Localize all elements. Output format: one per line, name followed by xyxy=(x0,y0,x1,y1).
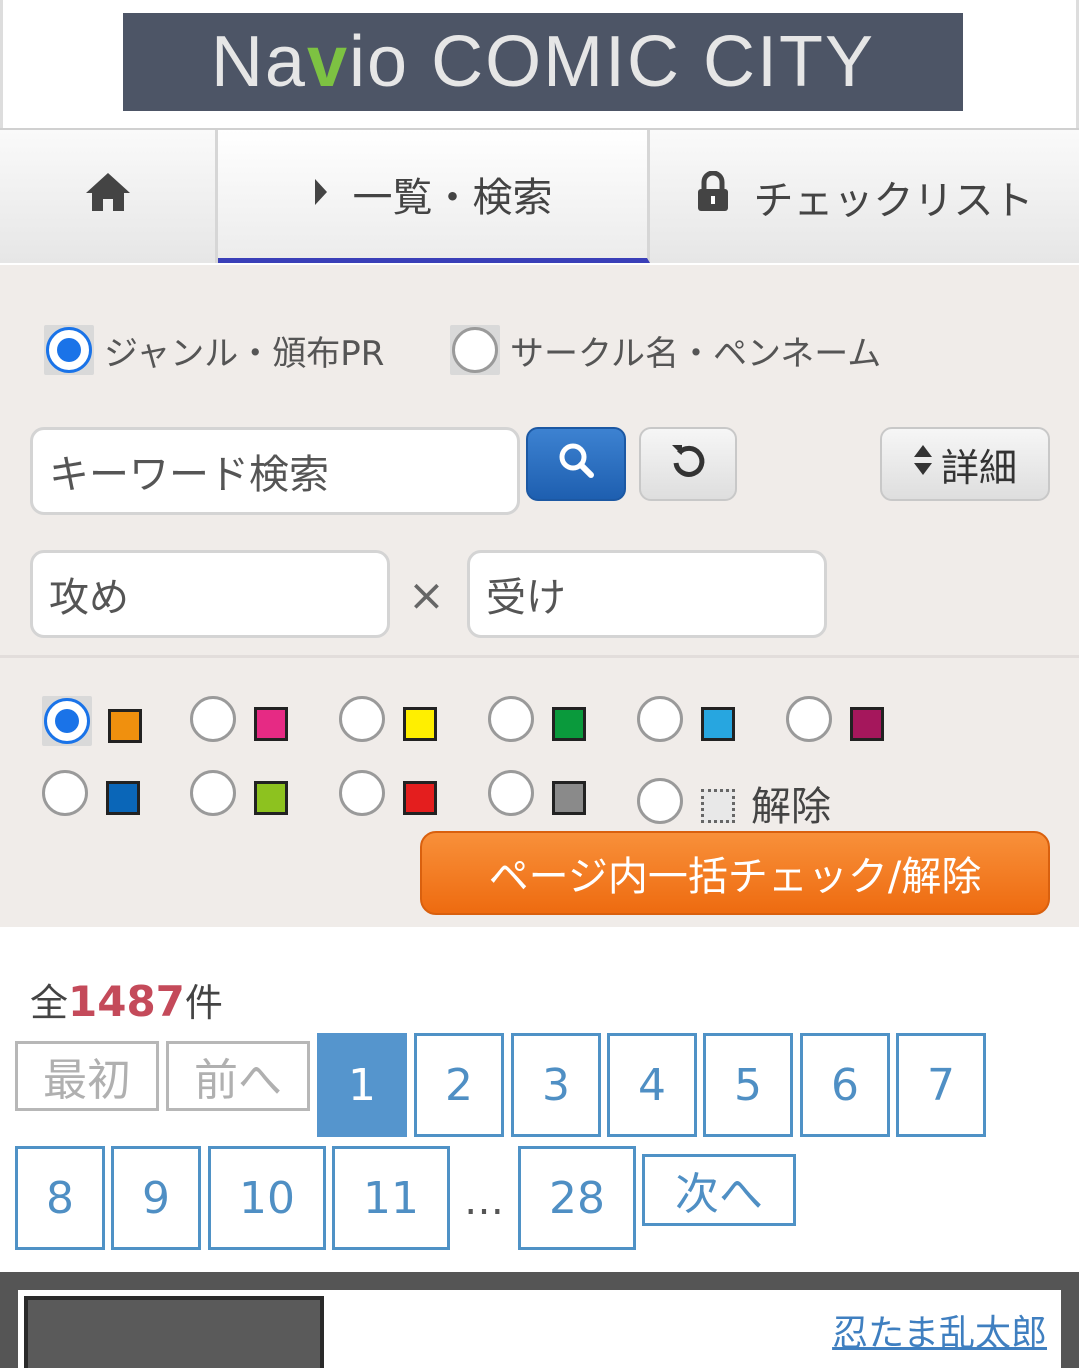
page-first: 最初 xyxy=(15,1041,159,1111)
page-ellipsis: … xyxy=(464,1178,504,1224)
home-icon xyxy=(84,171,132,223)
color-radio[interactable] xyxy=(488,696,534,742)
page-prev: 前へ xyxy=(166,1041,310,1111)
circle-card: 忍たま乱太郎 xyxy=(18,1290,1061,1368)
page-1[interactable]: 1 xyxy=(317,1033,407,1137)
color-option-pink[interactable] xyxy=(190,696,288,742)
color-option-gray[interactable] xyxy=(488,770,586,816)
bulk-check-button[interactable]: ページ内一括チェック/解除 xyxy=(420,831,1050,915)
header: Navio COMIC CITY xyxy=(0,0,1079,128)
clear-label: 解除 xyxy=(751,784,831,830)
clear-swatch xyxy=(701,789,735,823)
mode-genre-option[interactable]: ジャンル・頒布PR xyxy=(44,325,384,375)
color-option-red[interactable] xyxy=(339,770,437,816)
color-radio[interactable] xyxy=(44,698,90,744)
result-total: 1487 xyxy=(68,977,185,1026)
caret-right-icon xyxy=(313,171,329,217)
page-4[interactable]: 4 xyxy=(607,1033,697,1137)
result-count: 全1487件 xyxy=(30,977,223,1026)
circle-genre-link[interactable]: 忍たま乱太郎 xyxy=(832,1304,1047,1356)
page-28[interactable]: 28 xyxy=(518,1146,636,1250)
nav-list-search-tab[interactable]: 一覧・検索 xyxy=(218,130,650,263)
color-radio[interactable] xyxy=(339,696,385,742)
reset-button[interactable] xyxy=(639,427,737,501)
color-option-blue[interactable] xyxy=(42,770,140,816)
site-logo[interactable]: Navio COMIC CITY xyxy=(123,13,963,111)
page-3[interactable]: 3 xyxy=(511,1033,601,1137)
color-swatch xyxy=(850,707,884,741)
page-11[interactable]: 11 xyxy=(332,1146,450,1250)
page-5[interactable]: 5 xyxy=(703,1033,793,1137)
main-nav: 一覧・検索 チェックリスト xyxy=(0,128,1079,263)
refresh-icon xyxy=(669,441,707,488)
page-10[interactable]: 10 xyxy=(208,1146,326,1250)
color-option-green[interactable] xyxy=(488,696,586,742)
page-2[interactable]: 2 xyxy=(414,1033,504,1137)
color-swatch xyxy=(403,707,437,741)
keyword-input[interactable]: キーワード検索 xyxy=(30,427,520,515)
color-radio[interactable] xyxy=(42,770,88,816)
mode-circle-radio[interactable] xyxy=(452,327,498,373)
search-button[interactable] xyxy=(526,427,626,501)
color-radio[interactable] xyxy=(190,696,236,742)
attack-input[interactable]: 攻め xyxy=(30,550,390,638)
color-swatch xyxy=(254,781,288,815)
page-8[interactable]: 8 xyxy=(15,1146,105,1250)
page-6[interactable]: 6 xyxy=(800,1033,890,1137)
color-swatch xyxy=(552,781,586,815)
nav-checklist-label: チェックリスト xyxy=(753,177,1034,224)
color-swatch xyxy=(254,707,288,741)
lock-icon xyxy=(696,170,730,223)
times-symbol: × xyxy=(408,570,445,621)
color-option-magenta[interactable] xyxy=(786,696,884,742)
detail-toggle-button[interactable]: 詳細 xyxy=(880,427,1050,501)
color-radio[interactable] xyxy=(637,696,683,742)
sort-arrows-icon xyxy=(913,442,933,486)
color-swatch xyxy=(552,707,586,741)
color-option-clear[interactable]: 解除 xyxy=(637,770,831,832)
mode-genre-radio[interactable] xyxy=(46,327,92,373)
color-radio[interactable] xyxy=(488,770,534,816)
color-filter-panel: 解除 ページ内一括チェック/解除 xyxy=(0,655,1079,927)
color-swatch xyxy=(106,781,140,815)
nav-checklist-tab[interactable]: チェックリスト xyxy=(650,130,1079,263)
color-swatch xyxy=(108,709,142,743)
color-option-lime[interactable] xyxy=(190,770,288,816)
color-radio[interactable] xyxy=(637,778,683,824)
color-option-yellow[interactable] xyxy=(339,696,437,742)
circle-thumbnail[interactable] xyxy=(24,1296,324,1368)
color-swatch xyxy=(403,781,437,815)
color-radio[interactable] xyxy=(339,770,385,816)
color-radio[interactable] xyxy=(786,696,832,742)
color-option-lightblue[interactable] xyxy=(637,696,735,742)
color-swatch xyxy=(701,707,735,741)
mode-circle-option[interactable]: サークル名・ペンネーム xyxy=(450,325,881,375)
logo-text: Navio COMIC CITY xyxy=(210,22,876,102)
page-next[interactable]: 次へ xyxy=(642,1154,796,1226)
detail-label: 詳細 xyxy=(940,445,1017,490)
color-radio[interactable] xyxy=(190,770,236,816)
receive-input[interactable]: 受け xyxy=(467,550,827,638)
nav-home-tab[interactable] xyxy=(0,130,218,263)
page-9[interactable]: 9 xyxy=(111,1146,201,1250)
search-icon xyxy=(557,441,595,488)
color-option-orange[interactable] xyxy=(42,696,142,746)
nav-list-label: 一覧・検索 xyxy=(352,175,553,221)
search-panel: ジャンル・頒布PR サークル名・ペンネーム キーワード検索 詳細 攻め × 受け xyxy=(0,265,1079,655)
mode-circle-label: サークル名・ペンネーム xyxy=(510,333,882,374)
circle-list: 忍たま乱太郎 xyxy=(0,1272,1079,1368)
mode-genre-label: ジャンル・頒布PR xyxy=(104,333,385,374)
page-7[interactable]: 7 xyxy=(896,1033,986,1137)
